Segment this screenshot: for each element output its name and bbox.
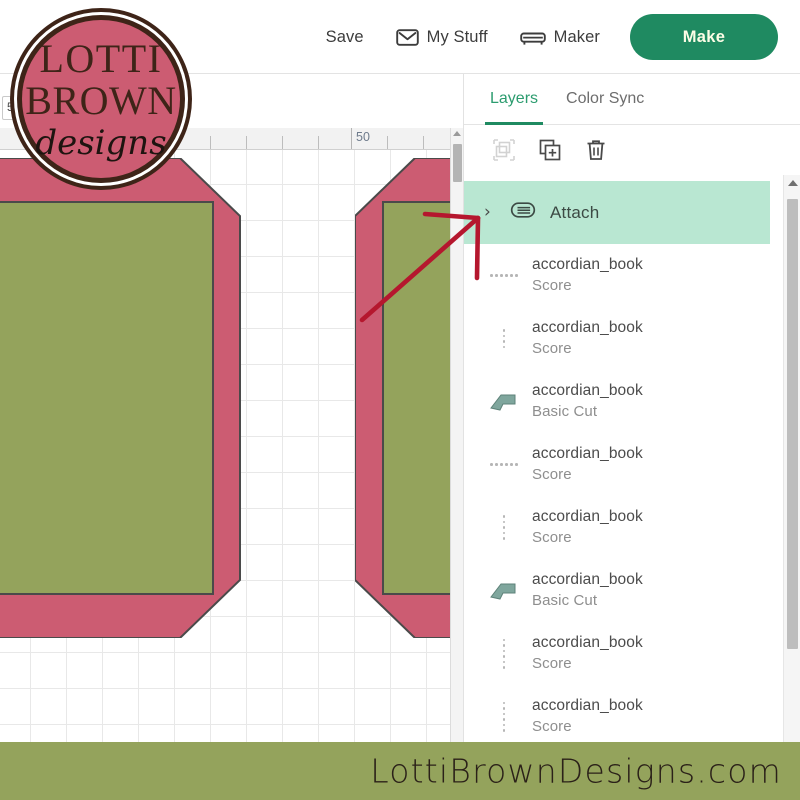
score-vertical-dots-icon [482, 701, 526, 732]
layer-type: Score [532, 276, 572, 294]
layer-type: Basic Cut [532, 591, 598, 609]
list-item[interactable]: accordian_book Score [464, 307, 800, 370]
score-vertical-dots-icon [482, 638, 526, 669]
layer-type: Basic Cut [532, 402, 598, 420]
layer-title: accordian_book [532, 255, 643, 273]
ruler-label-50: 50 [356, 130, 370, 144]
score-horizontal-dots-icon [482, 463, 526, 466]
tab-layers[interactable]: Layers [476, 74, 552, 125]
layer-title: accordian_book [532, 444, 643, 462]
list-item[interactable]: accordian_book Score [464, 496, 800, 559]
layer-list[interactable]: › Attach accordian_book Score accordian_… [464, 175, 800, 742]
list-item[interactable]: accordian_book Score [464, 244, 800, 307]
logo-line-2: BROWN [25, 78, 176, 123]
layers-scrollbar[interactable] [783, 175, 800, 742]
logo-line-3: designs [35, 123, 166, 163]
cut-shape-icon [482, 580, 526, 602]
cut-shape-icon [482, 391, 526, 413]
shape-octagon-left[interactable] [0, 158, 330, 638]
layer-title: accordian_book [532, 633, 643, 651]
layers-scroll-thumb[interactable] [787, 199, 798, 649]
layer-title: accordian_book [532, 570, 643, 588]
machine-label: Maker [553, 27, 600, 46]
tab-color-sync[interactable]: Color Sync [552, 74, 658, 125]
layer-type: Score [532, 528, 572, 546]
logo-line-1: LOTTI [39, 36, 162, 81]
envelope-icon [395, 28, 419, 47]
layer-row-attach[interactable]: › Attach [464, 181, 770, 244]
score-vertical-dots-icon [482, 329, 526, 348]
my-stuff-label: My Stuff [426, 27, 488, 46]
layer-title: accordian_book [532, 507, 643, 525]
app-root: Save My Stuff Maker Make 50 Layers Color… [0, 0, 800, 800]
footer-url: LottiBrownDesigns.com [370, 751, 782, 791]
attach-label: Attach [550, 202, 600, 222]
lotti-brown-logo: LOTTI BROWN designs [6, 4, 196, 194]
list-item[interactable]: accordian_book Basic Cut [464, 559, 800, 622]
canvas-scroll-thumb[interactable] [453, 144, 462, 182]
paperclip-icon [510, 201, 536, 224]
list-item[interactable]: accordian_book Score [464, 433, 800, 496]
list-item[interactable]: accordian_book Basic Cut [464, 370, 800, 433]
cutting-machine-icon [519, 29, 546, 46]
shape-octagon-right[interactable] [355, 158, 450, 638]
group-icon[interactable] [492, 138, 516, 162]
chevron-right-icon[interactable]: › [484, 204, 498, 221]
score-horizontal-dots-icon [482, 274, 526, 277]
layer-toolbar [464, 125, 800, 175]
delete-icon[interactable] [584, 138, 608, 162]
list-item[interactable]: accordian_book Score [464, 685, 800, 742]
footer-bar: LottiBrownDesigns.com [0, 742, 800, 800]
header-actions: Save My Stuff Maker Make [310, 0, 778, 74]
scroll-up-arrow-icon[interactable] [453, 131, 461, 136]
tab-color-sync-label: Color Sync [566, 90, 645, 107]
layer-type: Score [532, 654, 572, 672]
score-vertical-dots-icon [482, 515, 526, 540]
list-item[interactable]: accordian_book Score [464, 622, 800, 685]
machine-selector[interactable]: Maker [504, 0, 616, 74]
save-button[interactable]: Save [310, 0, 380, 74]
canvas-vertical-scrollbar[interactable] [450, 128, 463, 742]
my-stuff-button[interactable]: My Stuff [380, 0, 504, 74]
scroll-up-arrow-icon[interactable] [788, 180, 798, 186]
layer-title: accordian_book [532, 318, 643, 336]
make-button[interactable]: Make [630, 14, 778, 60]
layer-title: accordian_book [532, 696, 643, 714]
layer-type: Score [532, 465, 572, 483]
layer-title: accordian_book [532, 381, 643, 399]
layers-panel: Layers Color Sync › Attach accordian_boo… [463, 74, 800, 742]
layer-type: Score [532, 339, 572, 357]
duplicate-icon[interactable] [538, 138, 562, 162]
save-label: Save [325, 27, 364, 46]
canvas-grid[interactable] [0, 150, 450, 742]
tab-layers-label: Layers [490, 90, 539, 107]
layer-type: Score [532, 717, 572, 735]
panel-tabs: Layers Color Sync [464, 74, 800, 125]
